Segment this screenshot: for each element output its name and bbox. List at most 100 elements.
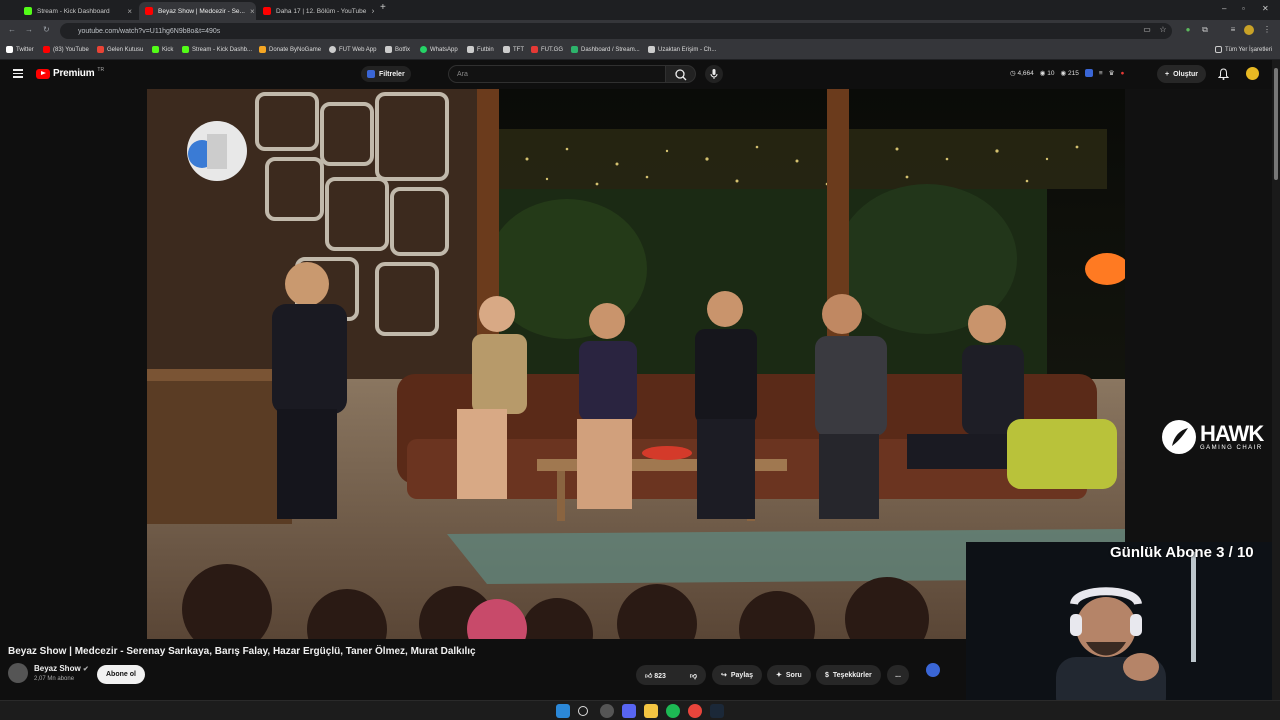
windows-start-icon[interactable] xyxy=(556,704,570,718)
close-tab-icon[interactable]: × xyxy=(371,7,374,16)
bookmark-label: Donate ByNoGame xyxy=(269,46,322,53)
channel-avatar[interactable] xyxy=(8,663,28,683)
close-tab-icon[interactable]: × xyxy=(250,7,255,16)
bookmark-remote-access[interactable]: Uzaktan Erişim - Ch... xyxy=(648,46,716,53)
x-icon xyxy=(6,46,13,53)
new-tab-button[interactable]: + xyxy=(380,2,386,13)
views-count: 10 xyxy=(1047,70,1055,77)
share-button[interactable]: ↪ Paylaş xyxy=(712,665,763,685)
views-stat: ◉ 10 xyxy=(1039,70,1055,77)
region-code: TR xyxy=(97,66,105,73)
all-bookmarks-folder[interactable]: Tüm Yer İşaretleri xyxy=(1215,46,1272,53)
bookmark-botfix[interactable]: Botfix xyxy=(385,46,410,53)
profile-avatar-icon[interactable] xyxy=(1244,25,1254,35)
search-input[interactable]: Ara xyxy=(448,65,666,83)
super-thanks-icon: $ xyxy=(825,671,829,679)
extensions-puzzle-icon[interactable]: ⧉ xyxy=(1200,25,1210,35)
video-title: Beyaz Show | Medcezir - Serenay Sarıkaya… xyxy=(8,646,476,657)
bookmark-label: WhatsApp xyxy=(430,46,458,53)
bookmark-futbin[interactable]: Futbin xyxy=(467,46,494,53)
microphone-icon xyxy=(710,69,718,79)
create-button[interactable]: + Oluştur xyxy=(1157,65,1206,83)
logo-text: Premium xyxy=(53,68,95,79)
youtube-premium-logo[interactable]: Premium TR xyxy=(36,66,105,79)
bookmark-twitter[interactable]: Twitter xyxy=(6,46,34,53)
obs-icon[interactable] xyxy=(600,704,614,718)
bookmark-label: FUT Web App xyxy=(339,46,377,53)
trophy-icon[interactable]: ♛ xyxy=(1109,69,1115,77)
bookmark-dashboard-stream[interactable]: Dashboard / Stream... xyxy=(571,46,640,53)
alert-icon[interactable]: ● xyxy=(1120,70,1124,77)
steam-icon[interactable] xyxy=(710,704,724,718)
thanks-label: Teşekkürler xyxy=(832,671,872,679)
notifications-bell-icon[interactable] xyxy=(1218,68,1229,80)
thanks-button[interactable]: $ Teşekkürler xyxy=(816,665,881,685)
search-icon xyxy=(675,69,687,81)
reload-icon[interactable]: ↻ xyxy=(43,25,50,34)
back-icon[interactable]: ← xyxy=(8,25,16,34)
search-button[interactable] xyxy=(666,65,696,83)
maximize-icon[interactable]: ▫ xyxy=(1242,4,1245,13)
more-actions-button[interactable]: ... xyxy=(887,665,909,685)
extension-q-icon[interactable] xyxy=(1084,69,1093,77)
subscribe-button[interactable]: Abone ol xyxy=(97,665,145,684)
kick-icon xyxy=(152,46,159,53)
discord-icon[interactable] xyxy=(622,704,636,718)
dislike-icon[interactable]: 👎︎ xyxy=(690,671,697,680)
chrome-icon[interactable] xyxy=(688,704,702,718)
bookmark-label: TFT xyxy=(513,46,524,53)
tab-title: Stream - Kick Dashboard xyxy=(37,7,110,15)
browser-menu-icon[interactable]: ⋮ xyxy=(1262,25,1272,35)
bookmark-fut-gg[interactable]: FUT.GG xyxy=(531,46,563,53)
bookmark-tft[interactable]: TFT xyxy=(503,46,524,53)
media-icon[interactable]: ≡ xyxy=(1228,25,1238,35)
voice-search-button[interactable] xyxy=(705,65,723,83)
like-count: 823 xyxy=(654,672,666,680)
ask-button[interactable]: ✦ Soru xyxy=(767,665,811,685)
bookmark-label: Futbin xyxy=(477,46,494,53)
forward-icon[interactable]: → xyxy=(25,25,33,34)
cast-icon[interactable]: ▭ xyxy=(1142,25,1152,35)
share-icon: ↪ xyxy=(721,672,727,679)
bookmarks-bar: Twitter (83) YouTube Gelen Kutusu Kick S… xyxy=(0,42,1280,60)
bookmark-fut-web-app[interactable]: FUT Web App xyxy=(329,46,376,53)
extension-icon[interactable]: ● xyxy=(1183,25,1193,35)
bookmark-star-icon[interactable]: ☆ xyxy=(1158,25,1168,35)
spotify-icon[interactable] xyxy=(666,704,680,718)
close-tab-icon[interactable]: × xyxy=(127,7,132,16)
tab-title: Beyaz Show | Medcezir - Se... xyxy=(158,7,245,15)
bookmark-kick-dashboard[interactable]: Stream - Kick Dashb... xyxy=(182,46,252,53)
subscriber-count: 2,07 Mn abone xyxy=(34,676,75,682)
address-bar[interactable]: youtube.com/watch?v=U11hg6N9b8o&t=490s xyxy=(60,23,1172,39)
channel-name[interactable]: Beyaz Show ✔ xyxy=(34,664,89,673)
bookmark-donate[interactable]: Donate ByNoGame xyxy=(259,46,321,53)
file-explorer-icon[interactable] xyxy=(644,704,658,718)
bookmark-kick[interactable]: Kick xyxy=(152,46,173,53)
minimize-icon[interactable]: – xyxy=(1222,4,1226,13)
botfix-icon xyxy=(385,46,392,53)
subscribe-label: Abone ol xyxy=(106,671,136,678)
youtube-masthead: Premium TR Filtreler Ara ◷ 4,664 ◉ 10 ◉ … xyxy=(0,60,1272,88)
close-window-icon[interactable]: ✕ xyxy=(1262,4,1269,13)
sponsor-tagline: GAMING CHAIR xyxy=(1200,445,1263,451)
extension-badge-icon[interactable] xyxy=(926,663,940,677)
tab-beyaz-show[interactable]: Beyaz Show | Medcezir - Se... × xyxy=(139,2,256,20)
tab-daha-17[interactable]: Daha 17 | 12. Bölüm - YouTube × xyxy=(257,2,374,20)
account-avatar[interactable] xyxy=(1246,67,1259,80)
channel-name-text: Beyaz Show xyxy=(34,664,81,673)
filter-extension-icon xyxy=(367,70,375,78)
tab-kick-dashboard[interactable]: Stream - Kick Dashboard × xyxy=(18,2,138,20)
youtube-icon xyxy=(263,7,271,15)
search-icon[interactable] xyxy=(578,706,588,716)
bookmark-youtube[interactable]: (83) YouTube xyxy=(43,46,89,53)
bookmark-label: Twitter xyxy=(16,46,34,53)
list-icon[interactable]: ≡ xyxy=(1099,70,1103,77)
like-button[interactable]: 👍︎ 823 xyxy=(645,671,666,680)
bookmark-whatsapp[interactable]: WhatsApp xyxy=(420,46,458,53)
hamburger-menu-icon[interactable] xyxy=(13,69,23,78)
globe-icon xyxy=(329,46,336,53)
bookmark-gmail[interactable]: Gelen Kutusu xyxy=(97,46,143,53)
webcam-overlay xyxy=(966,542,1280,700)
filters-button[interactable]: Filtreler xyxy=(361,66,411,82)
scrollbar-thumb[interactable] xyxy=(1274,68,1278,180)
